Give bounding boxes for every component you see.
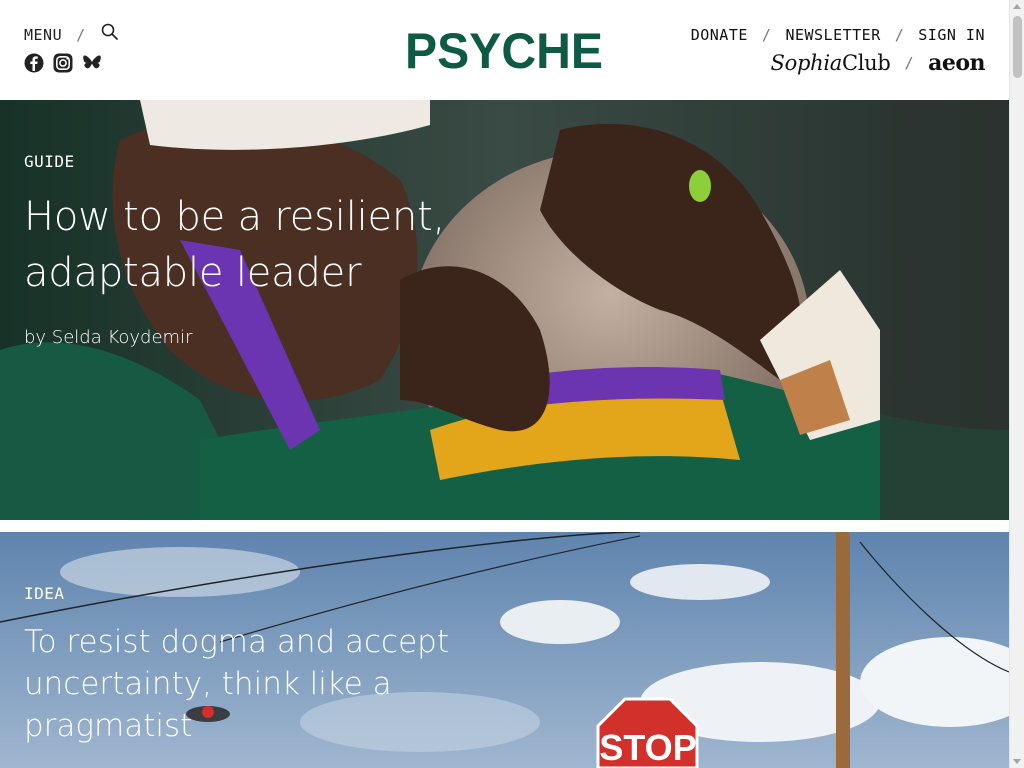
search-icon[interactable] <box>100 22 120 42</box>
sophia-part: Sophia <box>770 51 843 75</box>
page-scrollbar[interactable] <box>1009 0 1024 768</box>
article-card-guide[interactable]: GUIDE How to be a resilient, adaptable l… <box>0 100 1009 520</box>
scroll-down-arrow-icon[interactable] <box>1013 759 1021 764</box>
newsletter-link[interactable]: NEWSLETTER <box>785 26 880 44</box>
article-card-idea[interactable]: STOP IDEA To resist dogma and accept unc… <box>0 532 1009 768</box>
facebook-icon[interactable] <box>24 53 44 73</box>
separator: / <box>894 26 905 44</box>
instagram-icon[interactable] <box>53 53 73 73</box>
scroll-up-arrow-icon[interactable] <box>1013 4 1021 9</box>
club-part: Club <box>841 51 891 75</box>
menu-button[interactable]: MENU <box>24 26 62 44</box>
article-text: GUIDE How to be a resilient, adaptable l… <box>24 152 454 348</box>
article-tag[interactable]: IDEA <box>24 584 454 603</box>
header-left: MENU / <box>24 23 120 44</box>
logo-text: PSYCHE <box>405 23 603 78</box>
article-tag[interactable]: GUIDE <box>24 152 454 171</box>
donate-link[interactable]: DONATE <box>691 26 748 44</box>
stop-sign-text: STOP <box>599 727 696 768</box>
header-right: DONATE / NEWSLETTER / SIGN IN <box>691 26 985 44</box>
aeon-link[interactable]: aeon <box>928 50 985 76</box>
article-text: IDEA To resist dogma and accept uncertai… <box>24 584 454 747</box>
sign-in-link[interactable]: SIGN IN <box>918 26 985 44</box>
psyche-logo[interactable]: PSYCHE <box>404 22 604 79</box>
sophia-club-link[interactable]: SophiaClub <box>771 51 891 75</box>
scrollbar-thumb[interactable] <box>1013 16 1022 78</box>
article-title[interactable]: To resist dogma and accept uncertainty, … <box>24 621 454 747</box>
social-links <box>24 53 102 73</box>
bluesky-icon[interactable] <box>82 53 102 73</box>
site-header: MENU / PSYCHE DONATE / NEWSLETTER / SIGN… <box>0 0 1009 100</box>
separator: / <box>761 26 772 44</box>
separator: / <box>76 26 86 44</box>
partner-links: SophiaClub / aeon <box>771 50 986 76</box>
article-title[interactable]: How to be a resilient, adaptable leader <box>24 189 454 301</box>
article-byline[interactable]: by Selda Koydemir <box>24 327 454 348</box>
separator: / <box>904 54 915 72</box>
